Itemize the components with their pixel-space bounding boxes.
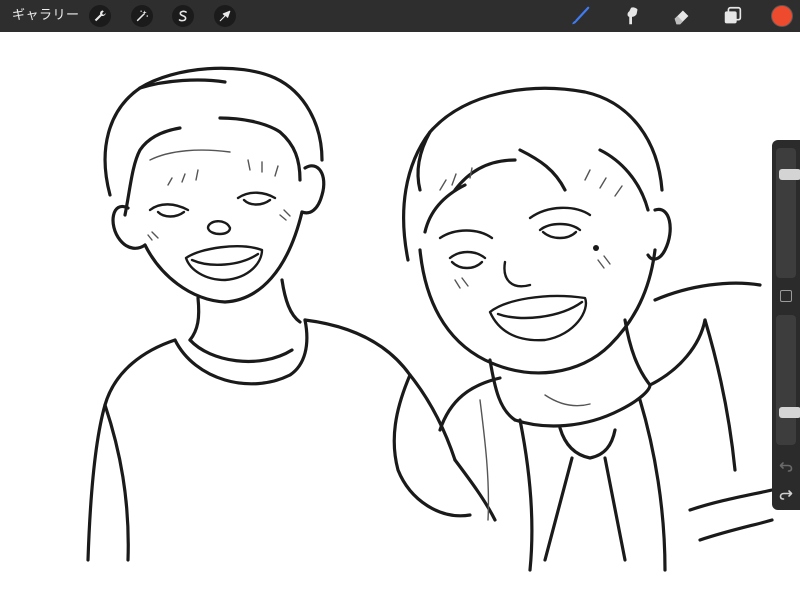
undo-icon xyxy=(779,462,793,472)
actions-button[interactable] xyxy=(89,5,111,27)
drawing-canvas[interactable] xyxy=(0,32,800,600)
layers-button[interactable] xyxy=(721,4,745,28)
undo-button[interactable] xyxy=(778,458,794,474)
eraser-tool-button[interactable] xyxy=(670,4,694,28)
selection-s-icon xyxy=(178,10,187,22)
smudge-tool-button[interactable] xyxy=(620,4,644,28)
brush-icon xyxy=(572,6,590,25)
color-picker-button[interactable] xyxy=(771,5,793,27)
transform-button[interactable] xyxy=(214,5,236,27)
magic-wand-icon xyxy=(136,10,149,22)
brush-size-slider[interactable] xyxy=(776,148,800,278)
smudge-icon xyxy=(627,7,638,25)
brush-size-handle[interactable] xyxy=(779,169,800,180)
brush-opacity-slider[interactable] xyxy=(776,315,800,445)
layers-icon xyxy=(724,6,742,24)
gallery-button[interactable]: ギャラリー xyxy=(12,0,80,32)
square-modify-icon[interactable] xyxy=(780,290,792,302)
brush-opacity-handle[interactable] xyxy=(779,407,800,418)
top-toolbar: ギャラリー xyxy=(0,0,800,32)
sketch-drawing xyxy=(86,66,774,572)
adjustments-button[interactable] xyxy=(131,5,153,27)
selection-button[interactable] xyxy=(172,5,194,27)
arrow-cursor-icon xyxy=(219,10,231,22)
brush-sidebar xyxy=(772,140,800,510)
redo-icon xyxy=(779,490,793,500)
brush-tool-button[interactable] xyxy=(568,4,592,28)
wrench-icon xyxy=(94,10,106,22)
eraser-icon xyxy=(674,10,689,25)
redo-button[interactable] xyxy=(778,486,794,502)
